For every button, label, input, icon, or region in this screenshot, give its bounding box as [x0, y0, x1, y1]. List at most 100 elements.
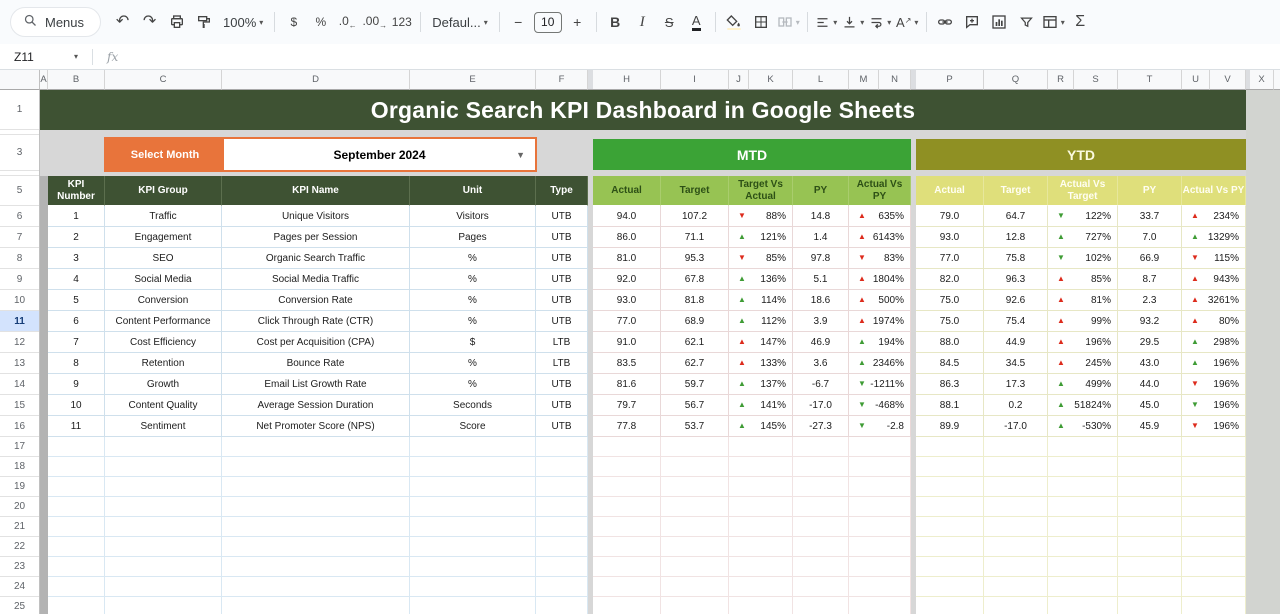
filter-views-button[interactable]	[1040, 9, 1067, 36]
ytd-comparison-cell[interactable]: ▲298%	[1182, 332, 1246, 353]
empty-cell[interactable]	[1182, 437, 1246, 457]
kpi-number-cell[interactable]: 5	[48, 290, 105, 311]
empty-cell[interactable]	[105, 477, 222, 497]
empty-cell[interactable]	[1182, 457, 1246, 477]
ytd-comparison-cell[interactable]: ▲727%	[1048, 227, 1118, 248]
mtd-comparison-cell[interactable]: ▲147%	[729, 332, 793, 353]
strikethrough-button[interactable]: S	[656, 9, 683, 36]
empty-cell[interactable]	[48, 577, 105, 597]
empty-cell[interactable]	[793, 597, 849, 614]
kpi-group-cell[interactable]: Engagement	[105, 227, 222, 248]
ytd-actual-cell[interactable]: 84.5	[916, 353, 984, 374]
column-header-C[interactable]: C	[105, 70, 222, 90]
column-header-D[interactable]: D	[222, 70, 410, 90]
empty-cell[interactable]	[593, 537, 661, 557]
empty-cell[interactable]	[593, 497, 661, 517]
empty-cell[interactable]	[1048, 577, 1118, 597]
empty-cell[interactable]	[1118, 577, 1182, 597]
mtd-actual-cell[interactable]: 77.8	[593, 416, 661, 437]
empty-cell[interactable]	[1048, 477, 1118, 497]
merge-cells-button[interactable]	[775, 9, 802, 36]
column-header-S[interactable]: S	[1074, 70, 1118, 90]
empty-cell[interactable]	[48, 457, 105, 477]
row-header-19[interactable]: 19	[0, 477, 39, 497]
empty-cell[interactable]	[729, 537, 793, 557]
empty-cell[interactable]	[536, 497, 588, 517]
kpi-group-cell[interactable]: Cost Efficiency	[105, 332, 222, 353]
empty-cell[interactable]	[593, 457, 661, 477]
ytd-comparison-cell[interactable]: ▼122%	[1048, 206, 1118, 227]
column-header-Q[interactable]: Q	[984, 70, 1048, 90]
empty-cell[interactable]	[793, 497, 849, 517]
empty-cell[interactable]	[729, 557, 793, 577]
kpi-name-cell[interactable]: Cost per Acquisition (CPA)	[222, 332, 410, 353]
empty-cell[interactable]	[593, 577, 661, 597]
row-header-20[interactable]: 20	[0, 497, 39, 517]
ytd-actual-cell[interactable]: 75.0	[916, 290, 984, 311]
empty-cell[interactable]	[1048, 537, 1118, 557]
mtd-py-cell[interactable]: 3.6	[793, 353, 849, 374]
empty-cell[interactable]	[1048, 517, 1118, 537]
mtd-comparison-cell[interactable]: ▲635%	[849, 206, 911, 227]
empty-cell[interactable]	[661, 497, 729, 517]
empty-cell[interactable]	[729, 477, 793, 497]
mtd-actual-cell[interactable]: 92.0	[593, 269, 661, 290]
mtd-py-cell[interactable]: -17.0	[793, 395, 849, 416]
mtd-comparison-cell[interactable]: ▲136%	[729, 269, 793, 290]
zoom-select[interactable]: 100%	[217, 15, 269, 30]
kpi-group-cell[interactable]: SEO	[105, 248, 222, 269]
kpi-number-cell[interactable]: 10	[48, 395, 105, 416]
ytd-comparison-cell[interactable]: ▲196%	[1048, 332, 1118, 353]
row-header-13[interactable]: 13	[0, 353, 39, 374]
ytd-actual-cell[interactable]: 89.9	[916, 416, 984, 437]
empty-cell[interactable]	[916, 537, 984, 557]
mtd-comparison-cell[interactable]: ▲6143%	[849, 227, 911, 248]
undo-button[interactable]	[109, 9, 136, 36]
column-header-M[interactable]: M	[849, 70, 879, 90]
empty-cell[interactable]	[48, 497, 105, 517]
kpi-type-cell[interactable]: UTB	[536, 395, 588, 416]
mtd-py-cell[interactable]: 1.4	[793, 227, 849, 248]
mtd-comparison-cell[interactable]: ▲500%	[849, 290, 911, 311]
ytd-comparison-cell[interactable]: ▲81%	[1048, 290, 1118, 311]
mtd-comparison-cell[interactable]: ▲121%	[729, 227, 793, 248]
empty-cell[interactable]	[916, 497, 984, 517]
mtd-actual-cell[interactable]: 81.6	[593, 374, 661, 395]
empty-cell[interactable]	[793, 577, 849, 597]
empty-cell[interactable]	[661, 557, 729, 577]
empty-cell[interactable]	[793, 517, 849, 537]
kpi-header-type[interactable]: Type	[536, 176, 588, 206]
kpi-group-cell[interactable]: Traffic	[105, 206, 222, 227]
ytd-actual-cell[interactable]: 88.0	[916, 332, 984, 353]
mtd-header-target[interactable]: Target	[661, 176, 729, 206]
insert-link-button[interactable]	[932, 9, 959, 36]
kpi-type-cell[interactable]: UTB	[536, 248, 588, 269]
empty-cell[interactable]	[410, 577, 536, 597]
empty-cell[interactable]	[984, 537, 1048, 557]
empty-cell[interactable]	[105, 497, 222, 517]
kpi-unit-cell[interactable]: %	[410, 290, 536, 311]
empty-cell[interactable]	[1118, 517, 1182, 537]
empty-cell[interactable]	[1182, 537, 1246, 557]
empty-cell[interactable]	[536, 477, 588, 497]
mtd-comparison-cell[interactable]: ▲133%	[729, 353, 793, 374]
mtd-target-cell[interactable]: 62.7	[661, 353, 729, 374]
empty-cell[interactable]	[661, 597, 729, 614]
row-header-25[interactable]: 25	[0, 597, 39, 614]
mtd-comparison-cell[interactable]: ▲114%	[729, 290, 793, 311]
insert-comment-button[interactable]	[959, 9, 986, 36]
more-formats-button[interactable]: 123	[388, 9, 415, 36]
kpi-unit-cell[interactable]: %	[410, 311, 536, 332]
ytd-py-cell[interactable]: 45.0	[1118, 395, 1182, 416]
empty-cell[interactable]	[661, 537, 729, 557]
mtd-py-cell[interactable]: 14.8	[793, 206, 849, 227]
insert-chart-button[interactable]	[986, 9, 1013, 36]
kpi-type-cell[interactable]: UTB	[536, 290, 588, 311]
kpi-type-cell[interactable]: UTB	[536, 269, 588, 290]
empty-cell[interactable]	[849, 537, 911, 557]
empty-cell[interactable]	[793, 437, 849, 457]
empty-cell[interactable]	[729, 577, 793, 597]
empty-cell[interactable]	[1118, 437, 1182, 457]
empty-cell[interactable]	[222, 577, 410, 597]
empty-cell[interactable]	[849, 557, 911, 577]
